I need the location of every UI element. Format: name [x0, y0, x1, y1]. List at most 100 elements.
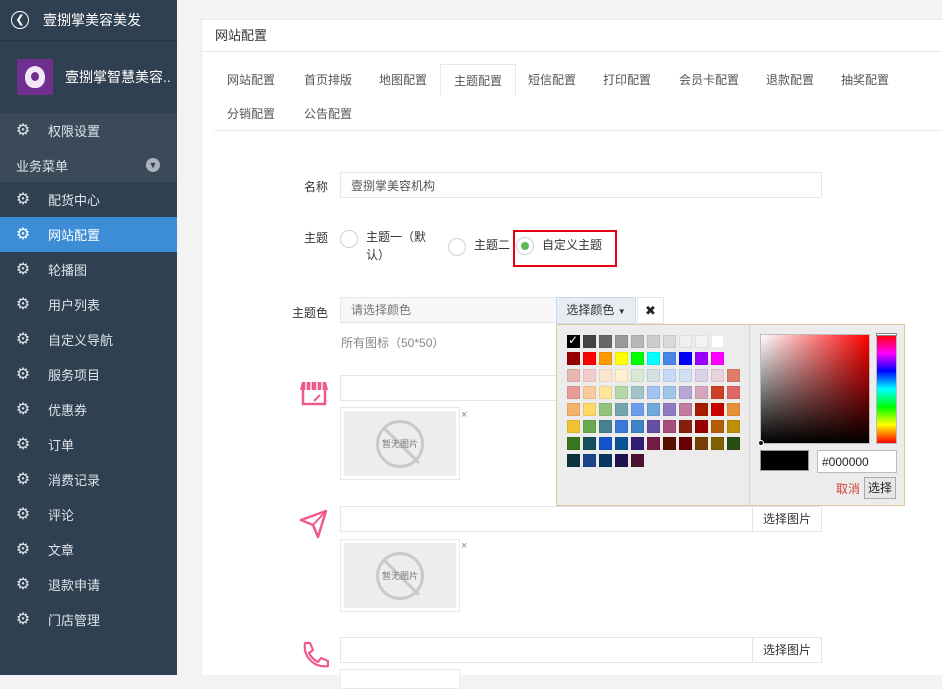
color-swatch[interactable]: [567, 333, 580, 348]
color-swatch[interactable]: [567, 454, 580, 467]
color-swatch[interactable]: [567, 386, 580, 399]
color-swatch[interactable]: [631, 403, 644, 416]
hue-handle[interactable]: [876, 333, 897, 336]
color-swatch[interactable]: [711, 386, 724, 399]
remove-image-1[interactable]: ×: [461, 409, 467, 421]
color-swatch[interactable]: [727, 403, 740, 416]
color-swatch[interactable]: [727, 369, 740, 382]
tab-6[interactable]: 会员卡配置: [666, 64, 752, 96]
color-swatch[interactable]: [663, 335, 676, 348]
color-swatch[interactable]: [727, 420, 740, 433]
color-swatch[interactable]: [711, 352, 724, 365]
color-swatch[interactable]: [615, 335, 628, 348]
color-swatch[interactable]: [695, 403, 708, 416]
sidebar-item-0[interactable]: ⚙ 配货中心: [0, 182, 177, 217]
color-swatch[interactable]: [631, 386, 644, 399]
color-swatch[interactable]: [679, 335, 692, 348]
color-swatch[interactable]: [615, 454, 628, 467]
sidebar-section-business[interactable]: 业务菜单 ▼: [0, 148, 177, 182]
color-swatch[interactable]: [599, 386, 612, 399]
hue-slider[interactable]: [876, 333, 897, 444]
color-swatch[interactable]: [631, 352, 644, 365]
color-swatch[interactable]: [647, 437, 660, 450]
color-swatch[interactable]: [647, 420, 660, 433]
color-swatch[interactable]: [631, 369, 644, 382]
sv-handle[interactable]: [758, 440, 764, 446]
sidebar-item-5[interactable]: ⚙ 服务项目: [0, 357, 177, 392]
color-swatch[interactable]: [647, 386, 660, 399]
color-swatch[interactable]: [599, 437, 612, 450]
color-swatch[interactable]: [727, 386, 740, 399]
remove-image-2[interactable]: ×: [461, 540, 467, 552]
color-swatch[interactable]: [679, 352, 692, 365]
icon-2-input[interactable]: [340, 506, 753, 532]
sidebar-item-3[interactable]: ⚙ 用户列表: [0, 287, 177, 322]
color-swatch[interactable]: [663, 386, 676, 399]
color-swatch[interactable]: [695, 437, 708, 450]
theme-radio-2[interactable]: [448, 238, 466, 256]
color-swatch[interactable]: [647, 403, 660, 416]
color-swatch[interactable]: [727, 437, 740, 450]
theme-radio-1[interactable]: [340, 230, 358, 248]
sidebar-item-2[interactable]: ⚙ 轮播图: [0, 252, 177, 287]
color-swatch[interactable]: [711, 420, 724, 433]
color-swatch[interactable]: [567, 437, 580, 450]
hex-input[interactable]: [817, 450, 897, 473]
saturation-value-area[interactable]: [758, 334, 870, 446]
sidebar-item-7[interactable]: ⚙ 订单: [0, 427, 177, 462]
color-swatch[interactable]: [599, 352, 612, 365]
color-swatch[interactable]: [583, 369, 596, 382]
choose-color-button[interactable]: 选择颜色 ▼: [556, 297, 636, 324]
color-swatch[interactable]: [567, 369, 580, 382]
color-swatch[interactable]: [599, 369, 612, 382]
tab-0[interactable]: 网站配置: [214, 64, 288, 96]
tab-7[interactable]: 退款配置: [753, 64, 827, 96]
color-swatch[interactable]: [695, 369, 708, 382]
color-swatch[interactable]: [583, 420, 596, 433]
color-swatch[interactable]: [679, 403, 692, 416]
color-swatch[interactable]: [583, 454, 596, 467]
color-swatch[interactable]: [711, 369, 724, 382]
sidebar-item-1[interactable]: ⚙ 网站配置: [0, 217, 177, 252]
color-swatch[interactable]: [615, 369, 628, 382]
color-swatch[interactable]: [679, 386, 692, 399]
color-swatch[interactable]: [583, 335, 596, 348]
cancel-link[interactable]: 取消: [836, 480, 860, 497]
color-swatch[interactable]: [663, 437, 676, 450]
tab-5[interactable]: 打印配置: [590, 64, 664, 96]
color-swatch[interactable]: [695, 352, 708, 365]
tab-4[interactable]: 短信配置: [515, 64, 589, 96]
sidebar-item-12[interactable]: ⚙ 门店管理: [0, 602, 177, 637]
color-swatch[interactable]: [615, 420, 628, 433]
sidebar-item-11[interactable]: ⚙ 退款申请: [0, 567, 177, 602]
color-swatch[interactable]: [599, 335, 612, 348]
color-swatch[interactable]: [631, 454, 644, 467]
color-swatch[interactable]: [631, 437, 644, 450]
tab-9[interactable]: 分销配置: [214, 98, 288, 130]
sidebar-item-8[interactable]: ⚙ 消费记录: [0, 462, 177, 497]
select-image-button-2[interactable]: 选择图片: [752, 506, 822, 532]
color-swatch[interactable]: [583, 437, 596, 450]
color-swatch[interactable]: [615, 437, 628, 450]
color-swatch[interactable]: [567, 403, 580, 416]
sidebar-item-4[interactable]: ⚙ 自定义导航: [0, 322, 177, 357]
color-swatch[interactable]: [663, 420, 676, 433]
color-swatch[interactable]: [615, 352, 628, 365]
color-swatch[interactable]: [679, 369, 692, 382]
color-swatch[interactable]: [615, 403, 628, 416]
color-swatch[interactable]: [631, 335, 644, 348]
color-swatch[interactable]: [695, 335, 708, 348]
color-swatch[interactable]: [615, 386, 628, 399]
color-swatch[interactable]: [663, 403, 676, 416]
color-swatch[interactable]: [679, 420, 692, 433]
color-swatch[interactable]: [599, 403, 612, 416]
color-swatch[interactable]: [567, 352, 580, 365]
color-swatch[interactable]: [711, 437, 724, 450]
color-swatch[interactable]: [599, 454, 612, 467]
tab-2[interactable]: 地图配置: [366, 64, 440, 96]
sidebar-item-10[interactable]: ⚙ 文章: [0, 532, 177, 567]
color-swatch[interactable]: [663, 369, 676, 382]
sidebar-item-permissions[interactable]: ⚙ 权限设置: [0, 113, 177, 148]
color-swatch[interactable]: [583, 352, 596, 365]
color-swatch[interactable]: [679, 437, 692, 450]
